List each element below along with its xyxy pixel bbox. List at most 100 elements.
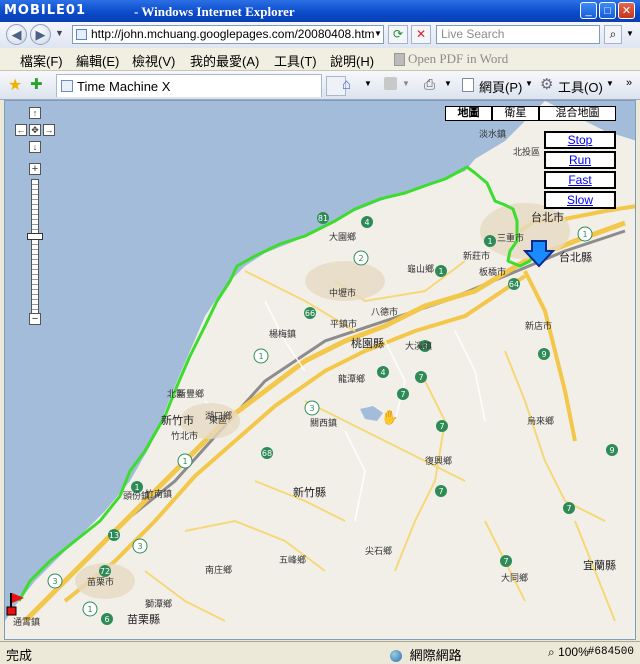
maximize-button[interactable]: □: [599, 2, 616, 19]
zoom-out-button[interactable]: −: [29, 313, 41, 325]
pan-left-button[interactable]: ←: [15, 124, 27, 136]
label-zhubei: 竹北市: [171, 430, 198, 441]
svg-text:72: 72: [100, 567, 110, 576]
open-pdf-in-word[interactable]: Open PDF in Word: [408, 51, 508, 67]
tab-page-icon: [61, 80, 73, 92]
slow-playback-button[interactable]: Slow: [544, 191, 616, 209]
zoom-level-value: 100%: [558, 645, 589, 659]
print-dropdown-icon[interactable]: ▼: [444, 79, 452, 88]
print-icon[interactable]: ⎙: [424, 76, 435, 93]
label-zhongli: 中壢市: [329, 287, 356, 298]
svg-text:6: 6: [104, 615, 109, 624]
label-yilan-county: 宜蘭縣: [583, 558, 616, 572]
label-longtan: 龍潭鄉: [338, 373, 365, 384]
label-nanzhuang: 南庄鄉: [205, 564, 232, 575]
title-bar: MOBILE01 - Windows Internet Explorer _ □…: [0, 0, 640, 22]
address-bar: ◀ ▶ ▼ http://john.mchuang.googlepages.co…: [0, 22, 640, 49]
map-viewport[interactable]: 81 4 2 1 1 1 1 66 3 3 68 1 1 3 3 1 6 13 …: [4, 100, 636, 640]
status-bar: 完成 網際網路 ⌕ 100% #684500: [0, 641, 640, 664]
forward-button[interactable]: ▶: [30, 24, 51, 45]
maptype-hybrid-button[interactable]: 混合地圖: [539, 106, 616, 121]
stop-playback-button[interactable]: Stop: [544, 131, 616, 149]
pan-down-button[interactable]: ↓: [29, 141, 41, 153]
svg-text:1: 1: [87, 605, 92, 614]
maptype-map-button[interactable]: 地圖: [445, 106, 492, 121]
label-wufeng: 五峰鄉: [279, 554, 306, 565]
add-favorite-icon[interactable]: ✚: [30, 75, 43, 93]
feeds-dropdown-icon[interactable]: ▼: [402, 79, 410, 88]
stop-icon: ✕: [415, 27, 427, 41]
label-banqiao: 板橋市: [479, 266, 506, 277]
svg-text:68: 68: [262, 449, 272, 458]
pan-up-button[interactable]: ↑: [29, 107, 41, 119]
chevron-more-icon[interactable]: »: [626, 77, 632, 89]
label-yangmei: 楊梅鎮: [269, 328, 296, 339]
search-options-icon[interactable]: ▼: [626, 29, 634, 38]
page-icon: [76, 29, 87, 40]
back-button[interactable]: ◀: [6, 24, 27, 45]
svg-text:7: 7: [503, 557, 508, 566]
label-xinzhuang: 新莊市: [463, 250, 490, 261]
home-dropdown-icon[interactable]: ▼: [364, 79, 372, 88]
reservoir: [360, 406, 383, 421]
page-menu[interactable]: 網頁(P): [479, 77, 522, 96]
refresh-button[interactable]: ⟳: [388, 25, 408, 44]
svg-text:2: 2: [358, 254, 363, 263]
address-input[interactable]: http://john.mchuang.googlepages.com/2008…: [72, 25, 384, 44]
svg-text:3: 3: [52, 577, 57, 586]
run-playback-button[interactable]: Run: [544, 151, 616, 169]
label-wulai: 烏來鄉: [527, 415, 554, 426]
tab-time-machine[interactable]: Time Machine X: [56, 74, 322, 97]
address-dropdown-icon[interactable]: ▼: [374, 29, 382, 38]
home-icon[interactable]: ⌂: [342, 76, 351, 93]
zoom-slider-handle[interactable]: [27, 233, 43, 240]
label-tongxiao: 通霄鎮: [13, 616, 40, 627]
minimize-button[interactable]: _: [580, 2, 597, 19]
page-menu-icon: [462, 78, 474, 92]
refresh-icon: ⟳: [392, 27, 404, 41]
page-dropdown-icon[interactable]: ▼: [525, 79, 533, 88]
label-xindian: 新店市: [525, 320, 552, 331]
label-pingzhen: 平鎮市: [330, 318, 357, 329]
menu-edit[interactable]: 編輯(E): [76, 51, 119, 70]
label-danshui: 淡水鎮: [479, 128, 506, 139]
stop-button[interactable]: ✕: [411, 25, 431, 44]
menu-file[interactable]: 檔案(F): [20, 51, 63, 70]
label-dongqu: 東區: [209, 414, 227, 425]
tools-dropdown-icon[interactable]: ▼: [606, 79, 614, 88]
label-hsinchu-county: 新竹縣: [293, 485, 326, 499]
maptype-satellite-button[interactable]: 衛星: [492, 106, 539, 121]
zoom-level[interactable]: ⌕ 100%: [548, 645, 589, 660]
svg-text:1: 1: [182, 457, 187, 466]
menu-tools[interactable]: 工具(T): [274, 51, 317, 70]
map-canvas: 81 4 2 1 1 1 1 66 3 3 68 1 1 3 3 1 6 13 …: [5, 101, 635, 627]
menu-help[interactable]: 說明(H): [330, 51, 374, 70]
label-shitan: 獅潭鄉: [145, 598, 172, 609]
search-input[interactable]: Live Search: [436, 25, 600, 44]
svg-text:1: 1: [258, 352, 263, 361]
mobile01-logo: MOBILE01: [4, 3, 86, 18]
svg-text:1: 1: [438, 267, 443, 276]
tools-menu[interactable]: 工具(O): [558, 77, 603, 96]
svg-text:13: 13: [109, 531, 119, 540]
pan-right-button[interactable]: →: [43, 124, 55, 136]
label-sanchong: 三重市: [497, 232, 524, 243]
svg-text:66: 66: [305, 309, 315, 318]
zoom-in-button[interactable]: +: [29, 163, 41, 175]
close-button[interactable]: ✕: [618, 2, 635, 19]
favorites-star-icon[interactable]: ★: [8, 75, 22, 95]
svg-text:9: 9: [609, 446, 614, 455]
label-jianshi: 尖石鄉: [365, 545, 392, 556]
menu-favorites[interactable]: 我的最愛(A): [190, 51, 259, 70]
search-button[interactable]: ⌕: [604, 25, 622, 44]
fast-playback-button[interactable]: Fast: [544, 171, 616, 189]
zoom-slider-track[interactable]: [31, 179, 39, 315]
menu-view[interactable]: 檢視(V): [132, 51, 175, 70]
feeds-icon[interactable]: [384, 77, 397, 90]
history-dropdown-icon[interactable]: ▼: [55, 28, 64, 38]
pan-center-button[interactable]: ✥: [29, 124, 41, 136]
svg-text:3: 3: [137, 542, 142, 551]
security-zone: 網際網路: [390, 645, 462, 664]
label-fuxing: 復興鄉: [425, 455, 452, 466]
svg-text:81: 81: [318, 214, 328, 223]
